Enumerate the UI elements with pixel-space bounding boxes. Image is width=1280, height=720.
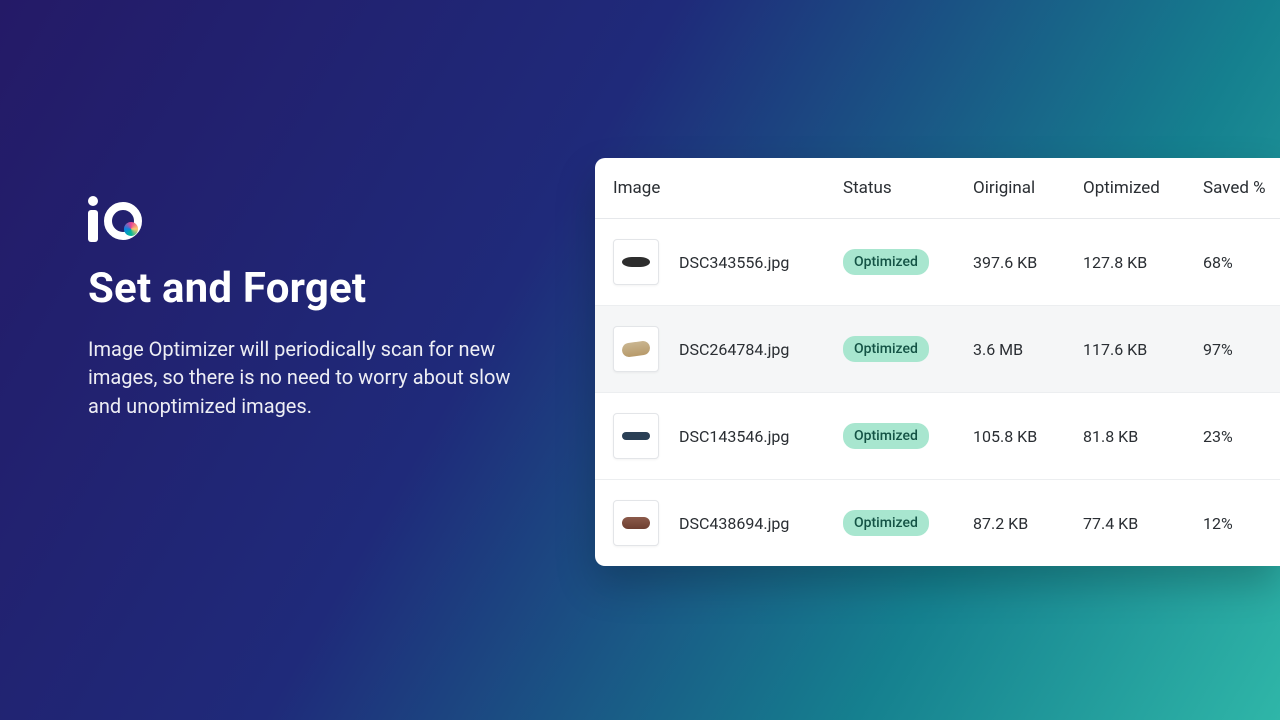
- col-status: Status: [843, 178, 973, 198]
- file-name: DSC143546.jpg: [679, 427, 789, 446]
- thumbnail-icon: [613, 239, 659, 285]
- status-cell: Optimized: [843, 336, 973, 362]
- hero-description: Image Optimizer will periodically scan f…: [88, 335, 538, 420]
- saved-percent: 97%: [1203, 340, 1280, 359]
- thumbnail-icon: [613, 413, 659, 459]
- status-badge: Optimized: [843, 336, 929, 362]
- thumbnail-icon: [613, 500, 659, 546]
- status-badge: Optimized: [843, 249, 929, 275]
- table-row: DSC143546.jpg Optimized 105.8 KB 81.8 KB…: [595, 393, 1280, 480]
- original-size: 3.6 MB: [973, 340, 1083, 359]
- hero-title: Set and Forget: [88, 264, 538, 313]
- col-optimized: Optimized: [1083, 178, 1203, 198]
- table-header: Image Status Oiriginal Optimized Saved %: [595, 158, 1280, 219]
- table-row: DSC264784.jpg Optimized 3.6 MB 117.6 KB …: [595, 306, 1280, 393]
- status-cell: Optimized: [843, 510, 973, 536]
- image-cell: DSC264784.jpg: [613, 326, 843, 372]
- status-cell: Optimized: [843, 423, 973, 449]
- table-row: DSC343556.jpg Optimized 397.6 KB 127.8 K…: [595, 219, 1280, 306]
- app-logo: [88, 196, 144, 242]
- image-cell: DSC438694.jpg: [613, 500, 843, 546]
- col-saved: Saved %: [1203, 178, 1280, 198]
- saved-percent: 23%: [1203, 427, 1280, 446]
- status-cell: Optimized: [843, 249, 973, 275]
- col-image: Image: [613, 178, 843, 198]
- status-badge: Optimized: [843, 510, 929, 536]
- saved-percent: 12%: [1203, 514, 1280, 533]
- table-row: DSC438694.jpg Optimized 87.2 KB 77.4 KB …: [595, 480, 1280, 566]
- file-name: DSC438694.jpg: [679, 514, 789, 533]
- saved-percent: 68%: [1203, 253, 1280, 272]
- optimized-size: 77.4 KB: [1083, 514, 1203, 533]
- original-size: 105.8 KB: [973, 427, 1083, 446]
- file-name: DSC343556.jpg: [679, 253, 789, 272]
- file-name: DSC264784.jpg: [679, 340, 789, 359]
- hero-section: Set and Forget Image Optimizer will peri…: [88, 196, 538, 420]
- status-badge: Optimized: [843, 423, 929, 449]
- col-original: Oiriginal: [973, 178, 1083, 198]
- thumbnail-icon: [613, 326, 659, 372]
- results-table: Image Status Oiriginal Optimized Saved %…: [595, 158, 1280, 566]
- optimized-size: 117.6 KB: [1083, 340, 1203, 359]
- optimized-size: 81.8 KB: [1083, 427, 1203, 446]
- image-cell: DSC143546.jpg: [613, 413, 843, 459]
- original-size: 397.6 KB: [973, 253, 1083, 272]
- image-cell: DSC343556.jpg: [613, 239, 843, 285]
- optimized-size: 127.8 KB: [1083, 253, 1203, 272]
- original-size: 87.2 KB: [973, 514, 1083, 533]
